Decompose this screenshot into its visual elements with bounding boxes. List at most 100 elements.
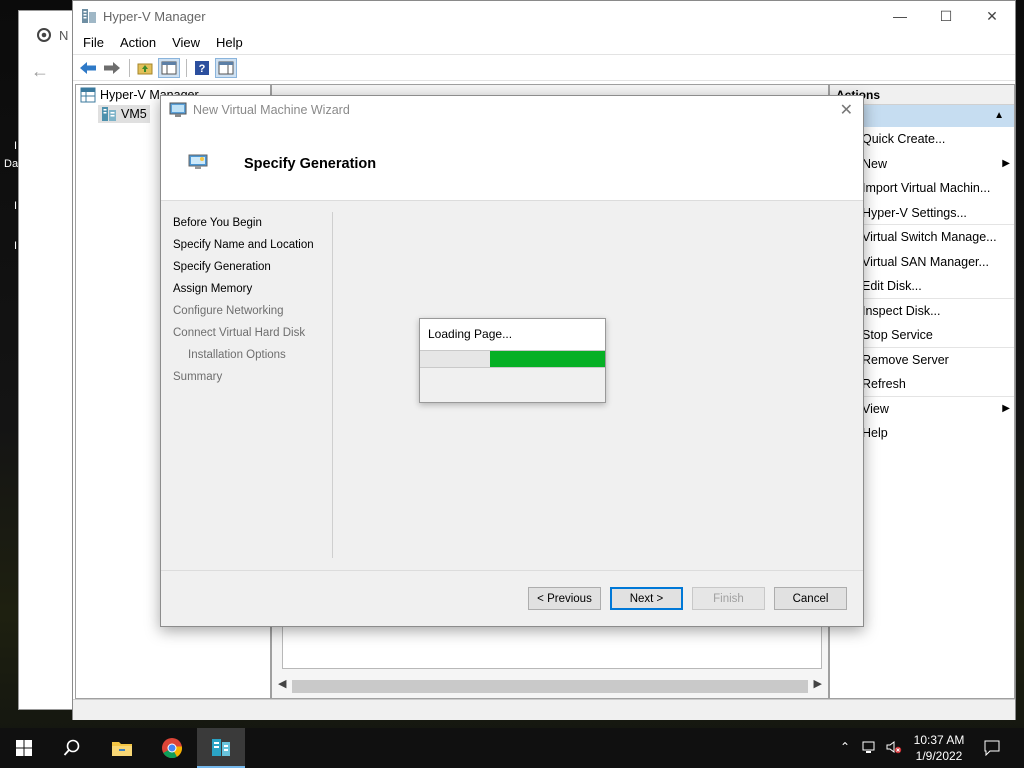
search-icon xyxy=(63,739,80,756)
vm-header-icon xyxy=(188,154,208,169)
loading-text: Loading Page... xyxy=(420,319,605,350)
action-item-label: View xyxy=(862,401,889,416)
wizard-step: Installation Options xyxy=(188,349,286,361)
action-item-label: New xyxy=(862,156,888,171)
action-item-label: Hyper-V Settings... xyxy=(862,205,967,220)
action-item-label: Inspect Disk... xyxy=(862,303,941,318)
action-item-label: Refresh xyxy=(862,377,906,391)
scroll-left-icon[interactable]: ◀ xyxy=(278,677,286,690)
action-item-label: Edit Disk... xyxy=(862,279,922,293)
desktop-label: I xyxy=(14,140,18,152)
action-item-label: Virtual Switch Manage... xyxy=(862,230,997,244)
next-button[interactable]: Next > xyxy=(610,587,683,610)
up-folder-button[interactable] xyxy=(134,58,156,78)
system-clock[interactable]: 10:37 AM 1/9/2022 xyxy=(907,732,971,764)
clock-time: 10:37 AM xyxy=(913,733,965,747)
chrome-tab-icon xyxy=(37,28,51,42)
previous-button[interactable]: < Previous xyxy=(528,587,601,610)
menu-help[interactable]: Help xyxy=(216,35,243,50)
collapse-icon[interactable]: ▲ xyxy=(994,110,1004,121)
notification-icon xyxy=(984,740,1000,756)
folder-icon xyxy=(112,742,132,756)
scroll-right-icon[interactable]: ▶ xyxy=(814,677,822,690)
tree-item-vm5[interactable]: VM5 xyxy=(98,105,150,123)
chrome-taskbar-button[interactable] xyxy=(148,728,196,768)
menu-action[interactable]: Action xyxy=(120,35,156,50)
wizard-step: Connect Virtual Hard Disk xyxy=(173,327,306,339)
back-button[interactable] xyxy=(77,58,99,78)
wizard-footer-divider xyxy=(161,570,863,571)
menu-file[interactable]: File xyxy=(83,35,104,50)
folder-up-icon xyxy=(137,63,153,74)
toolbar-separator xyxy=(186,58,187,77)
help-icon: ? xyxy=(195,60,209,75)
finish-button[interactable]: Finish xyxy=(692,587,765,610)
wizard-titlebar[interactable]: New Virtual Machine Wizard ✕ xyxy=(161,96,863,124)
hyperv-taskbar-button[interactable] xyxy=(197,728,245,768)
new-vm-icon xyxy=(169,102,187,117)
menu-view[interactable]: View xyxy=(172,35,200,50)
wizard-step[interactable]: Specify Name and Location xyxy=(173,236,333,258)
close-button[interactable]: ✕ xyxy=(969,1,1015,31)
action-pane-icon xyxy=(218,61,234,74)
svg-text:?: ? xyxy=(199,63,206,75)
loading-progress-bar xyxy=(420,350,605,368)
help-button[interactable]: ? xyxy=(191,58,213,78)
horizontal-scrollbar[interactable]: ◀ ▶ xyxy=(274,677,826,695)
details-pane xyxy=(282,621,822,669)
wizard-steps: Before You Begin Specify Name and Locatio… xyxy=(173,214,333,390)
wizard-divider xyxy=(332,212,333,558)
desktop-label: I xyxy=(14,240,18,252)
windows-logo-icon xyxy=(16,740,32,756)
desktop-label: Da xyxy=(4,158,19,170)
maximize-button[interactable]: ☐ xyxy=(923,1,969,31)
action-item-label: Remove Server xyxy=(862,352,949,367)
wizard-step: Summary xyxy=(173,371,223,383)
server-icon xyxy=(102,107,116,121)
submenu-arrow-icon: ▶ xyxy=(1002,157,1010,169)
action-item-label: Import Virtual Machin... xyxy=(862,181,991,195)
chrome-tab[interactable]: N xyxy=(19,19,79,51)
action-center-button[interactable] xyxy=(968,728,1016,768)
scroll-thumb[interactable] xyxy=(292,679,808,693)
search-button[interactable] xyxy=(48,728,96,768)
tree-server-label: VM5 xyxy=(121,107,147,121)
console-tree-icon xyxy=(161,61,177,74)
volume-muted-icon[interactable] xyxy=(886,740,902,757)
back-arrow-icon[interactable]: ← xyxy=(31,61,49,82)
wizard-step[interactable]: Specify Generation xyxy=(173,258,333,280)
hyperv-titlebar[interactable]: Hyper-V Manager — ☐ ✕ xyxy=(73,1,1015,31)
show-actions-button[interactable] xyxy=(215,57,237,78)
wizard-step: Configure Networking xyxy=(173,305,284,317)
back-arrow-icon xyxy=(80,61,96,74)
wizard-title: New Virtual Machine Wizard xyxy=(193,103,350,117)
show-tree-button[interactable] xyxy=(158,57,180,78)
forward-button[interactable] xyxy=(101,58,123,78)
submenu-arrow-icon: ▶ xyxy=(1002,402,1010,414)
wizard-step[interactable]: Before You Begin xyxy=(173,214,333,236)
cancel-button[interactable]: Cancel xyxy=(774,587,847,610)
wizard-close-button[interactable]: ✕ xyxy=(840,100,853,120)
action-item-label: Help xyxy=(862,426,888,440)
action-item-label: Quick Create... xyxy=(862,132,946,146)
chrome-icon xyxy=(162,738,183,759)
status-bar xyxy=(73,699,1015,720)
file-explorer-button[interactable] xyxy=(98,728,146,768)
loading-dialog: Loading Page... xyxy=(419,318,606,403)
minimize-button[interactable]: — xyxy=(877,1,923,31)
taskbar: ⌃ 10:37 AM 1/9/2022 xyxy=(0,728,1024,768)
forward-arrow-icon xyxy=(104,61,120,74)
start-button[interactable] xyxy=(0,728,48,768)
hyperv-icon xyxy=(212,739,230,756)
wizard-step[interactable]: Assign Memory xyxy=(173,280,333,302)
action-item-label: Virtual SAN Manager... xyxy=(862,254,989,269)
desktop-label: I xyxy=(14,200,18,212)
toolbar: ? xyxy=(73,54,1015,81)
hyperv-manager-icon xyxy=(80,87,96,103)
toolbar-separator xyxy=(129,58,130,77)
network-icon[interactable] xyxy=(862,740,878,757)
show-hidden-icons[interactable]: ⌃ xyxy=(840,740,850,754)
loading-progress-fill xyxy=(490,351,605,367)
hyperv-app-icon xyxy=(82,9,96,23)
chrome-tab-label: N xyxy=(59,27,69,43)
